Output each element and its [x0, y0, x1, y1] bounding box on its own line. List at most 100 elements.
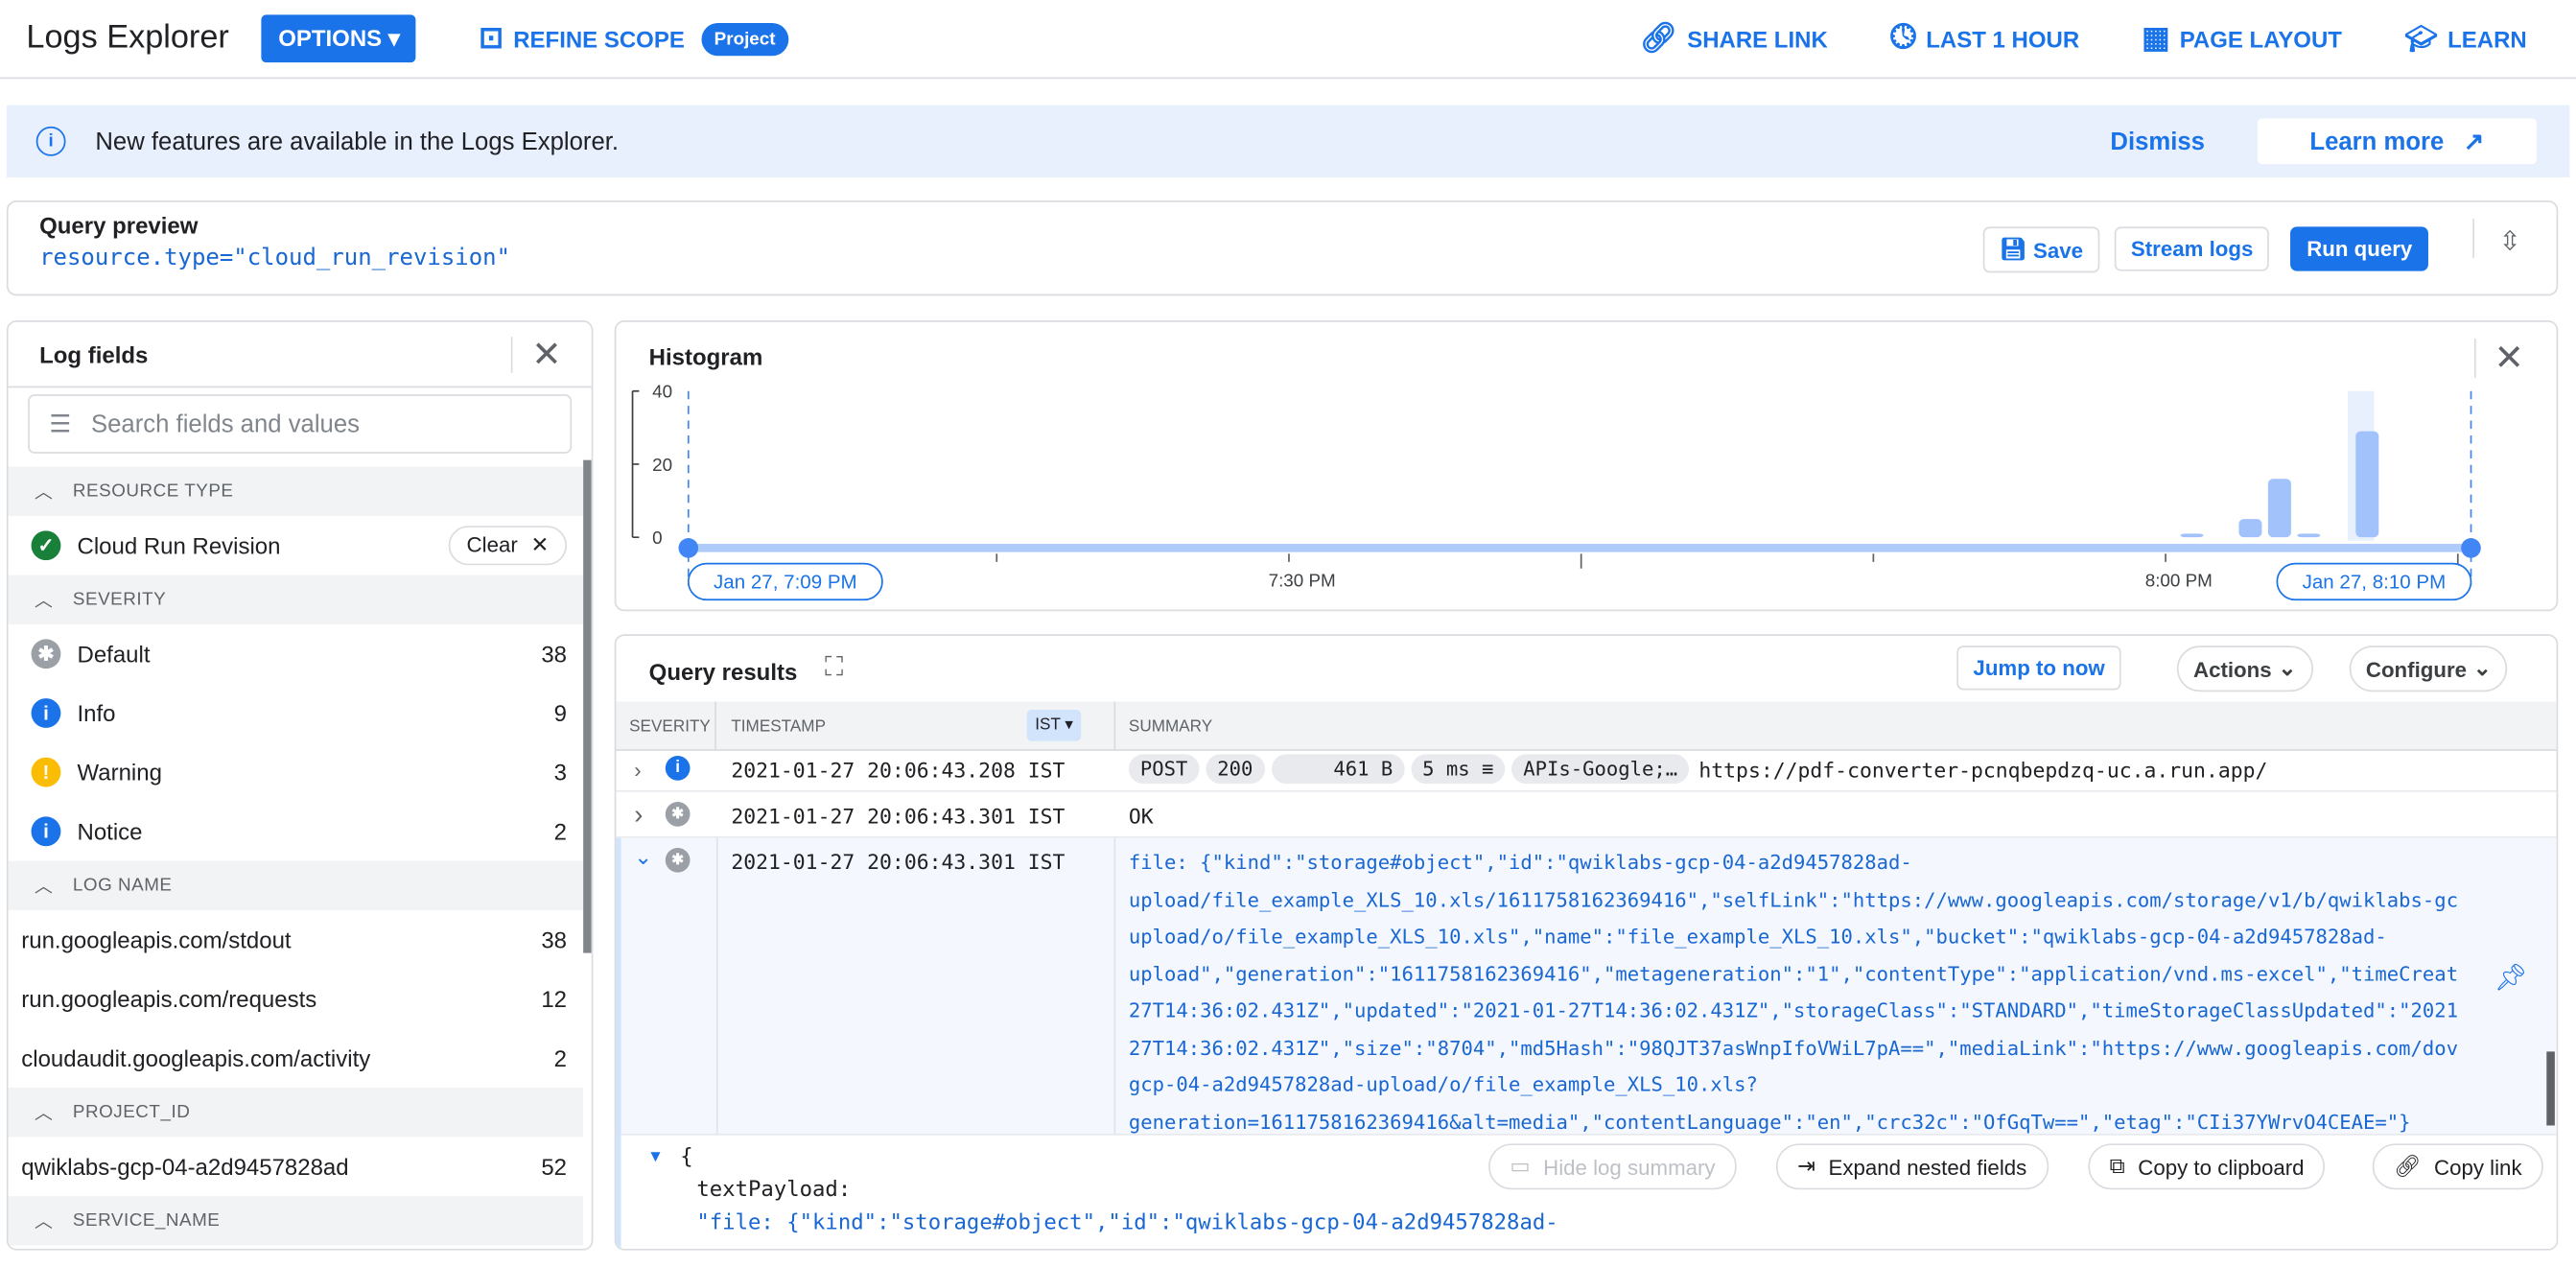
scrollbar[interactable]: [2546, 1051, 2555, 1126]
user-agent-chip[interactable]: APIs-Google;…: [1511, 754, 1690, 785]
section-log-name[interactable]: ︿ LOG NAME: [8, 860, 584, 911]
learn-more-label: Learn more: [2309, 127, 2445, 155]
learn-more-button[interactable]: Learn more ↗: [2257, 118, 2538, 165]
field-cloud-run-revision[interactable]: ✓ Cloud Run Revision Clear ✕: [9, 516, 584, 575]
histogram-bar: [2180, 533, 2204, 538]
copy-link-label: Copy link: [2433, 1154, 2522, 1180]
actions-label: Actions: [2192, 656, 2272, 682]
field-label: Info: [77, 699, 116, 727]
search-fields-input[interactable]: ☰ Search fields and values: [28, 394, 573, 454]
close-icon[interactable]: ✕: [531, 333, 562, 376]
status-chip[interactable]: 200: [1206, 754, 1265, 785]
actions-button[interactable]: Actions ⌄: [2176, 645, 2313, 692]
timezone-label: IST: [1035, 716, 1061, 735]
query-preview-panel: Query preview resource.type="cloud_run_r…: [6, 199, 2559, 296]
field-label: Cloud Run Revision: [77, 532, 281, 559]
section-heading: SEVERITY: [72, 590, 167, 610]
scope-badge: Project: [700, 22, 789, 56]
section-resource-type[interactable]: ︿ RESOURCE TYPE: [8, 466, 584, 516]
column-severity[interactable]: SEVERITY: [629, 718, 711, 737]
size-chip[interactable]: 461 B: [1271, 754, 1405, 785]
learn-button[interactable]: 🎓︎ LEARN: [2404, 22, 2527, 55]
histogram-chart[interactable]: 0 20 40 7:30 PM 8:00 PM Jan 27, 7:09 PM Jan 27…: [616, 322, 2560, 613]
hide-log-summary-button[interactable]: ▭ Hide log summary: [1488, 1143, 1737, 1190]
close-icon: ✕: [530, 532, 550, 557]
pin-icon[interactable]: 📌︎: [2494, 961, 2527, 994]
page-layout-button[interactable]: ▦ PAGE LAYOUT: [2142, 21, 2342, 56]
y-tick-label: 20: [652, 455, 672, 475]
field-label: Warning: [77, 759, 162, 786]
section-severity[interactable]: ︿ SEVERITY: [8, 575, 584, 624]
payload-line: file: {"kind":"storage#object","id":"qwi…: [1128, 851, 1912, 875]
chevron-down-icon: ⌄: [2472, 655, 2492, 681]
dismiss-button[interactable]: Dismiss: [2110, 128, 2205, 155]
field-activity[interactable]: cloudaudit.googleapis.com/activity 2: [9, 1028, 584, 1088]
time-range-button[interactable]: 🕓︎ LAST 1 HOUR: [1890, 20, 2079, 58]
caret-down-icon[interactable]: ▼: [647, 1148, 664, 1166]
table-row[interactable]: › i 2021-01-27 20:06:43.208 IST POST 200…: [616, 751, 2557, 792]
field-notice[interactable]: i Notice 2: [9, 802, 584, 861]
copy-link-button[interactable]: 🔗︎ Copy link: [2372, 1143, 2543, 1190]
search-placeholder: Search fields and values: [90, 410, 360, 438]
field-info[interactable]: i Info 9: [9, 684, 584, 743]
caret-down-icon: ▾: [1065, 716, 1074, 735]
configure-button[interactable]: Configure ⌄: [2349, 645, 2508, 692]
caret-down-icon: ▾: [387, 24, 400, 52]
chevron-up-icon: ︿: [34, 591, 54, 612]
save-label: Save: [2032, 237, 2084, 263]
filter-icon: ☰: [49, 411, 72, 439]
field-label: qwiklabs-gcp-04-a2d9457828ad: [21, 1153, 349, 1181]
section-project-id[interactable]: ︿ PROJECT_ID: [8, 1088, 584, 1138]
table-row-expanded[interactable]: ⌄ ✱ 2021-01-27 20:06:43.301 IST file: {"…: [616, 837, 2557, 1249]
refine-scope-label: REFINE SCOPE: [513, 25, 685, 52]
options-button[interactable]: OPTIONS ▾: [262, 14, 417, 63]
school-icon: 🎓︎: [2404, 25, 2438, 54]
column-timestamp[interactable]: TIMESTAMP: [731, 718, 826, 737]
expand-collapse-icon[interactable]: ⇳: [2499, 225, 2521, 258]
scrollbar[interactable]: [583, 459, 592, 953]
refine-scope-button[interactable]: ⊡ REFINE SCOPE: [479, 21, 685, 56]
field-project[interactable]: qwiklabs-gcp-04-a2d9457828ad 52: [9, 1137, 584, 1196]
save-button[interactable]: 💾︎ Save: [1982, 226, 2100, 273]
fullscreen-icon[interactable]: ⛶: [825, 654, 843, 684]
expand-label: Expand nested fields: [1828, 1154, 2027, 1180]
column-summary[interactable]: SUMMARY: [1129, 718, 1212, 737]
chevron-right-icon[interactable]: ›: [634, 758, 641, 783]
method-chip[interactable]: POST: [1128, 754, 1200, 785]
stream-logs-button[interactable]: Stream logs: [2114, 226, 2270, 271]
histogram-panel: Histogram ✕ 0 20 40 7:30 PM 8:00 PM Jan 27, 7…: [614, 320, 2560, 613]
field-default[interactable]: ✱ Default 38: [9, 624, 584, 684]
y-tick-label: 0: [652, 528, 662, 548]
x-tick-label: 7:30 PM: [1269, 571, 1336, 591]
save-icon: 💾︎: [1999, 236, 2027, 262]
run-query-button[interactable]: Run query: [2290, 226, 2429, 271]
copy-to-clipboard-button[interactable]: ⧉ Copy to clipboard: [2088, 1143, 2326, 1190]
check-circle-icon: ✓: [31, 530, 61, 561]
timezone-selector[interactable]: IST ▾: [1026, 710, 1082, 741]
field-count: 52: [541, 1153, 568, 1181]
layout-icon: ▦: [2142, 21, 2170, 55]
query-text[interactable]: resource.type="cloud_run_revision": [39, 245, 510, 270]
table-row[interactable]: › ✱ 2021-01-27 20:06:43.301 IST OK: [616, 793, 2557, 838]
banner-message: New features are available in the Logs E…: [95, 127, 620, 155]
chevron-down-icon[interactable]: ⌄: [634, 845, 652, 871]
expand-nested-fields-button[interactable]: ⇥ Expand nested fields: [1775, 1143, 2049, 1190]
section-service-name[interactable]: ︿ SERVICE_NAME: [8, 1196, 584, 1246]
payload-line: 27T14:36:02.431Z","updated":"2021-01-27T…: [1128, 998, 2459, 1022]
range-start-handle[interactable]: [678, 538, 699, 558]
field-service[interactable]: pdf-converter51: [9, 1246, 584, 1249]
log-fields-title: Log fields: [39, 340, 149, 367]
jump-to-now-button[interactable]: Jump to now: [1956, 645, 2121, 691]
range-end-handle[interactable]: [2461, 538, 2481, 558]
configure-label: Configure: [2365, 656, 2468, 682]
share-link-button[interactable]: 🔗︎ SHARE LINK: [1640, 21, 1828, 56]
field-stdout[interactable]: run.googleapis.com/stdout 38: [9, 910, 584, 970]
timestamp: 2021-01-27 20:06:43.301 IST: [731, 849, 1066, 875]
latency-chip[interactable]: 5 ms ≡: [1411, 754, 1506, 785]
query-preview-title: Query preview: [39, 211, 199, 239]
field-warning[interactable]: ! Warning 3: [9, 742, 584, 802]
chevron-right-icon[interactable]: ›: [634, 802, 643, 832]
field-requests[interactable]: run.googleapis.com/requests 12: [9, 970, 584, 1029]
clear-button[interactable]: Clear ✕: [448, 526, 568, 566]
field-label: Default: [77, 641, 151, 668]
